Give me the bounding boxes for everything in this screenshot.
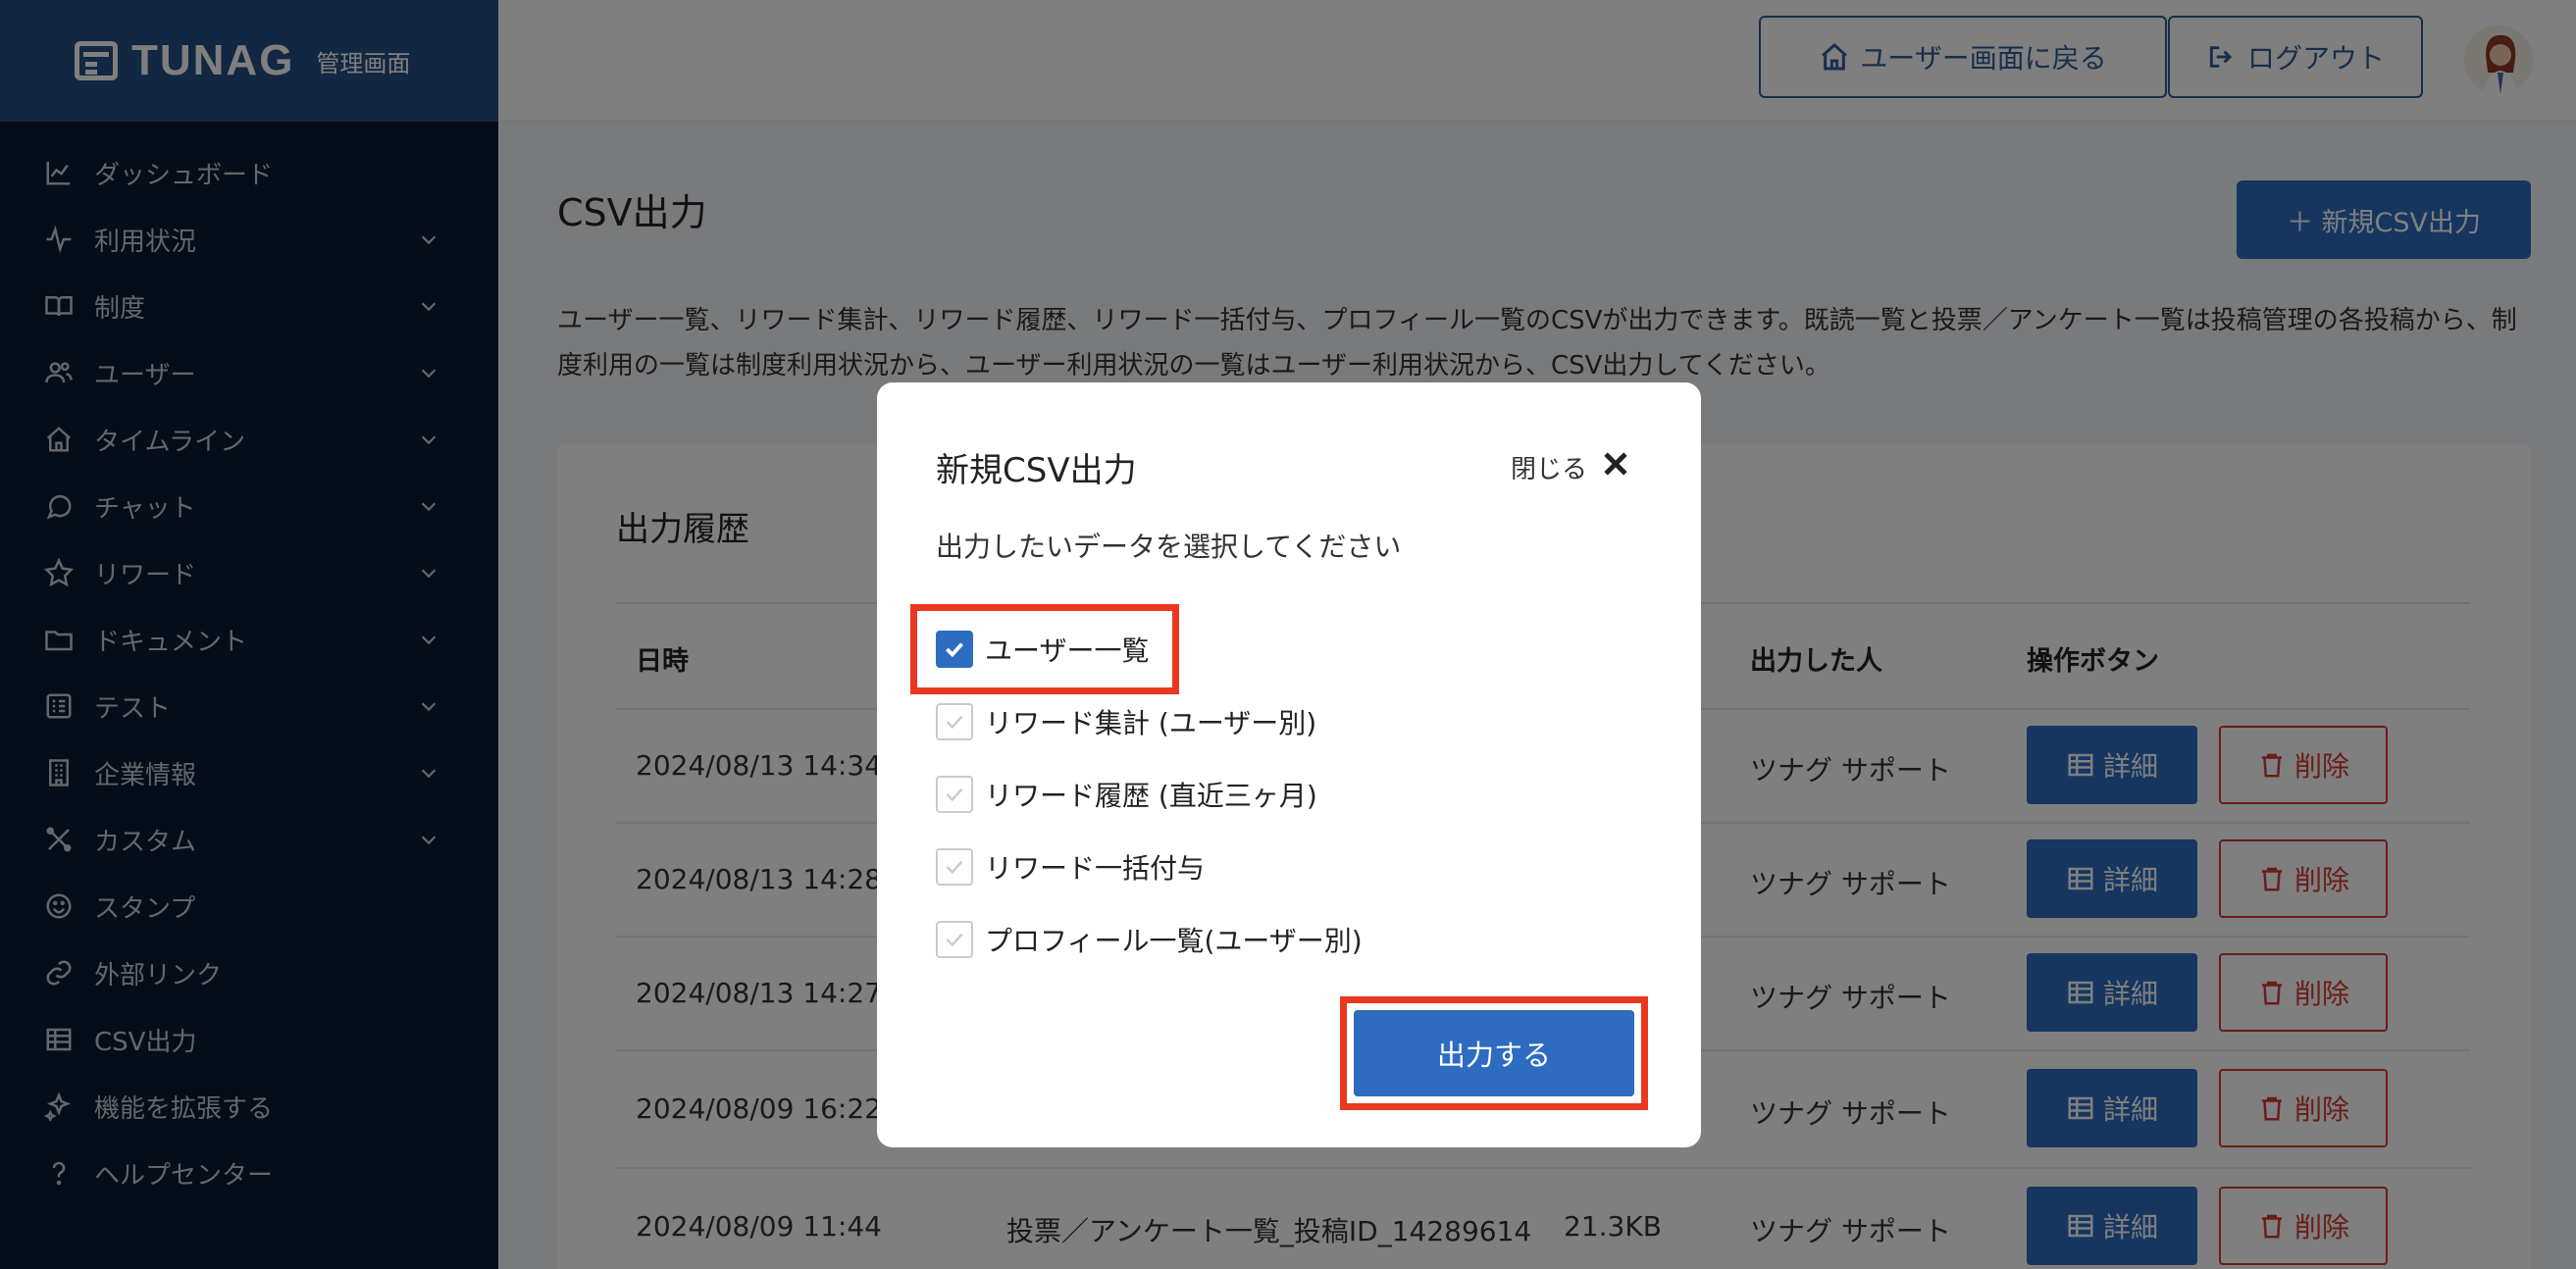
checkbox[interactable] bbox=[936, 776, 973, 813]
close-label[interactable]: 閉じる bbox=[1511, 449, 1587, 485]
option-label: リワード履歴 (直近三ヶ月) bbox=[985, 780, 1317, 812]
option-profile-list[interactable]: プロフィール一覧(ユーザー別) bbox=[936, 920, 1363, 959]
checkbox[interactable] bbox=[936, 921, 973, 958]
option-reward-history[interactable]: リワード履歴 (直近三ヶ月) bbox=[936, 775, 1317, 814]
option-reward-bulk-grant[interactable]: リワード一括付与 bbox=[936, 847, 1205, 887]
option-reward-summary[interactable]: リワード集計 (ユーザー別) bbox=[936, 702, 1316, 741]
check-icon bbox=[946, 860, 963, 875]
modal-instruction: 出力したいデータを選択してください bbox=[936, 531, 1402, 563]
highlight-annotation-box bbox=[1340, 996, 1648, 1110]
close-icon[interactable] bbox=[1599, 447, 1632, 481]
option-label: プロフィール一覧(ユーザー別) bbox=[985, 925, 1363, 957]
new-csv-modal: 新規CSV出力 閉じる 出力したいデータを選択してください ユーザー一覧 リワー… bbox=[877, 382, 1701, 1147]
checkbox[interactable] bbox=[936, 848, 973, 886]
highlight-annotation-box bbox=[910, 604, 1179, 694]
check-icon bbox=[946, 787, 963, 802]
checkbox[interactable] bbox=[936, 703, 973, 740]
check-icon bbox=[946, 933, 963, 947]
option-label: リワード集計 (ユーザー別) bbox=[985, 707, 1317, 739]
modal-title: 新規CSV出力 bbox=[936, 451, 1137, 490]
option-label: リワード一括付与 bbox=[985, 852, 1206, 885]
check-icon bbox=[946, 715, 963, 730]
